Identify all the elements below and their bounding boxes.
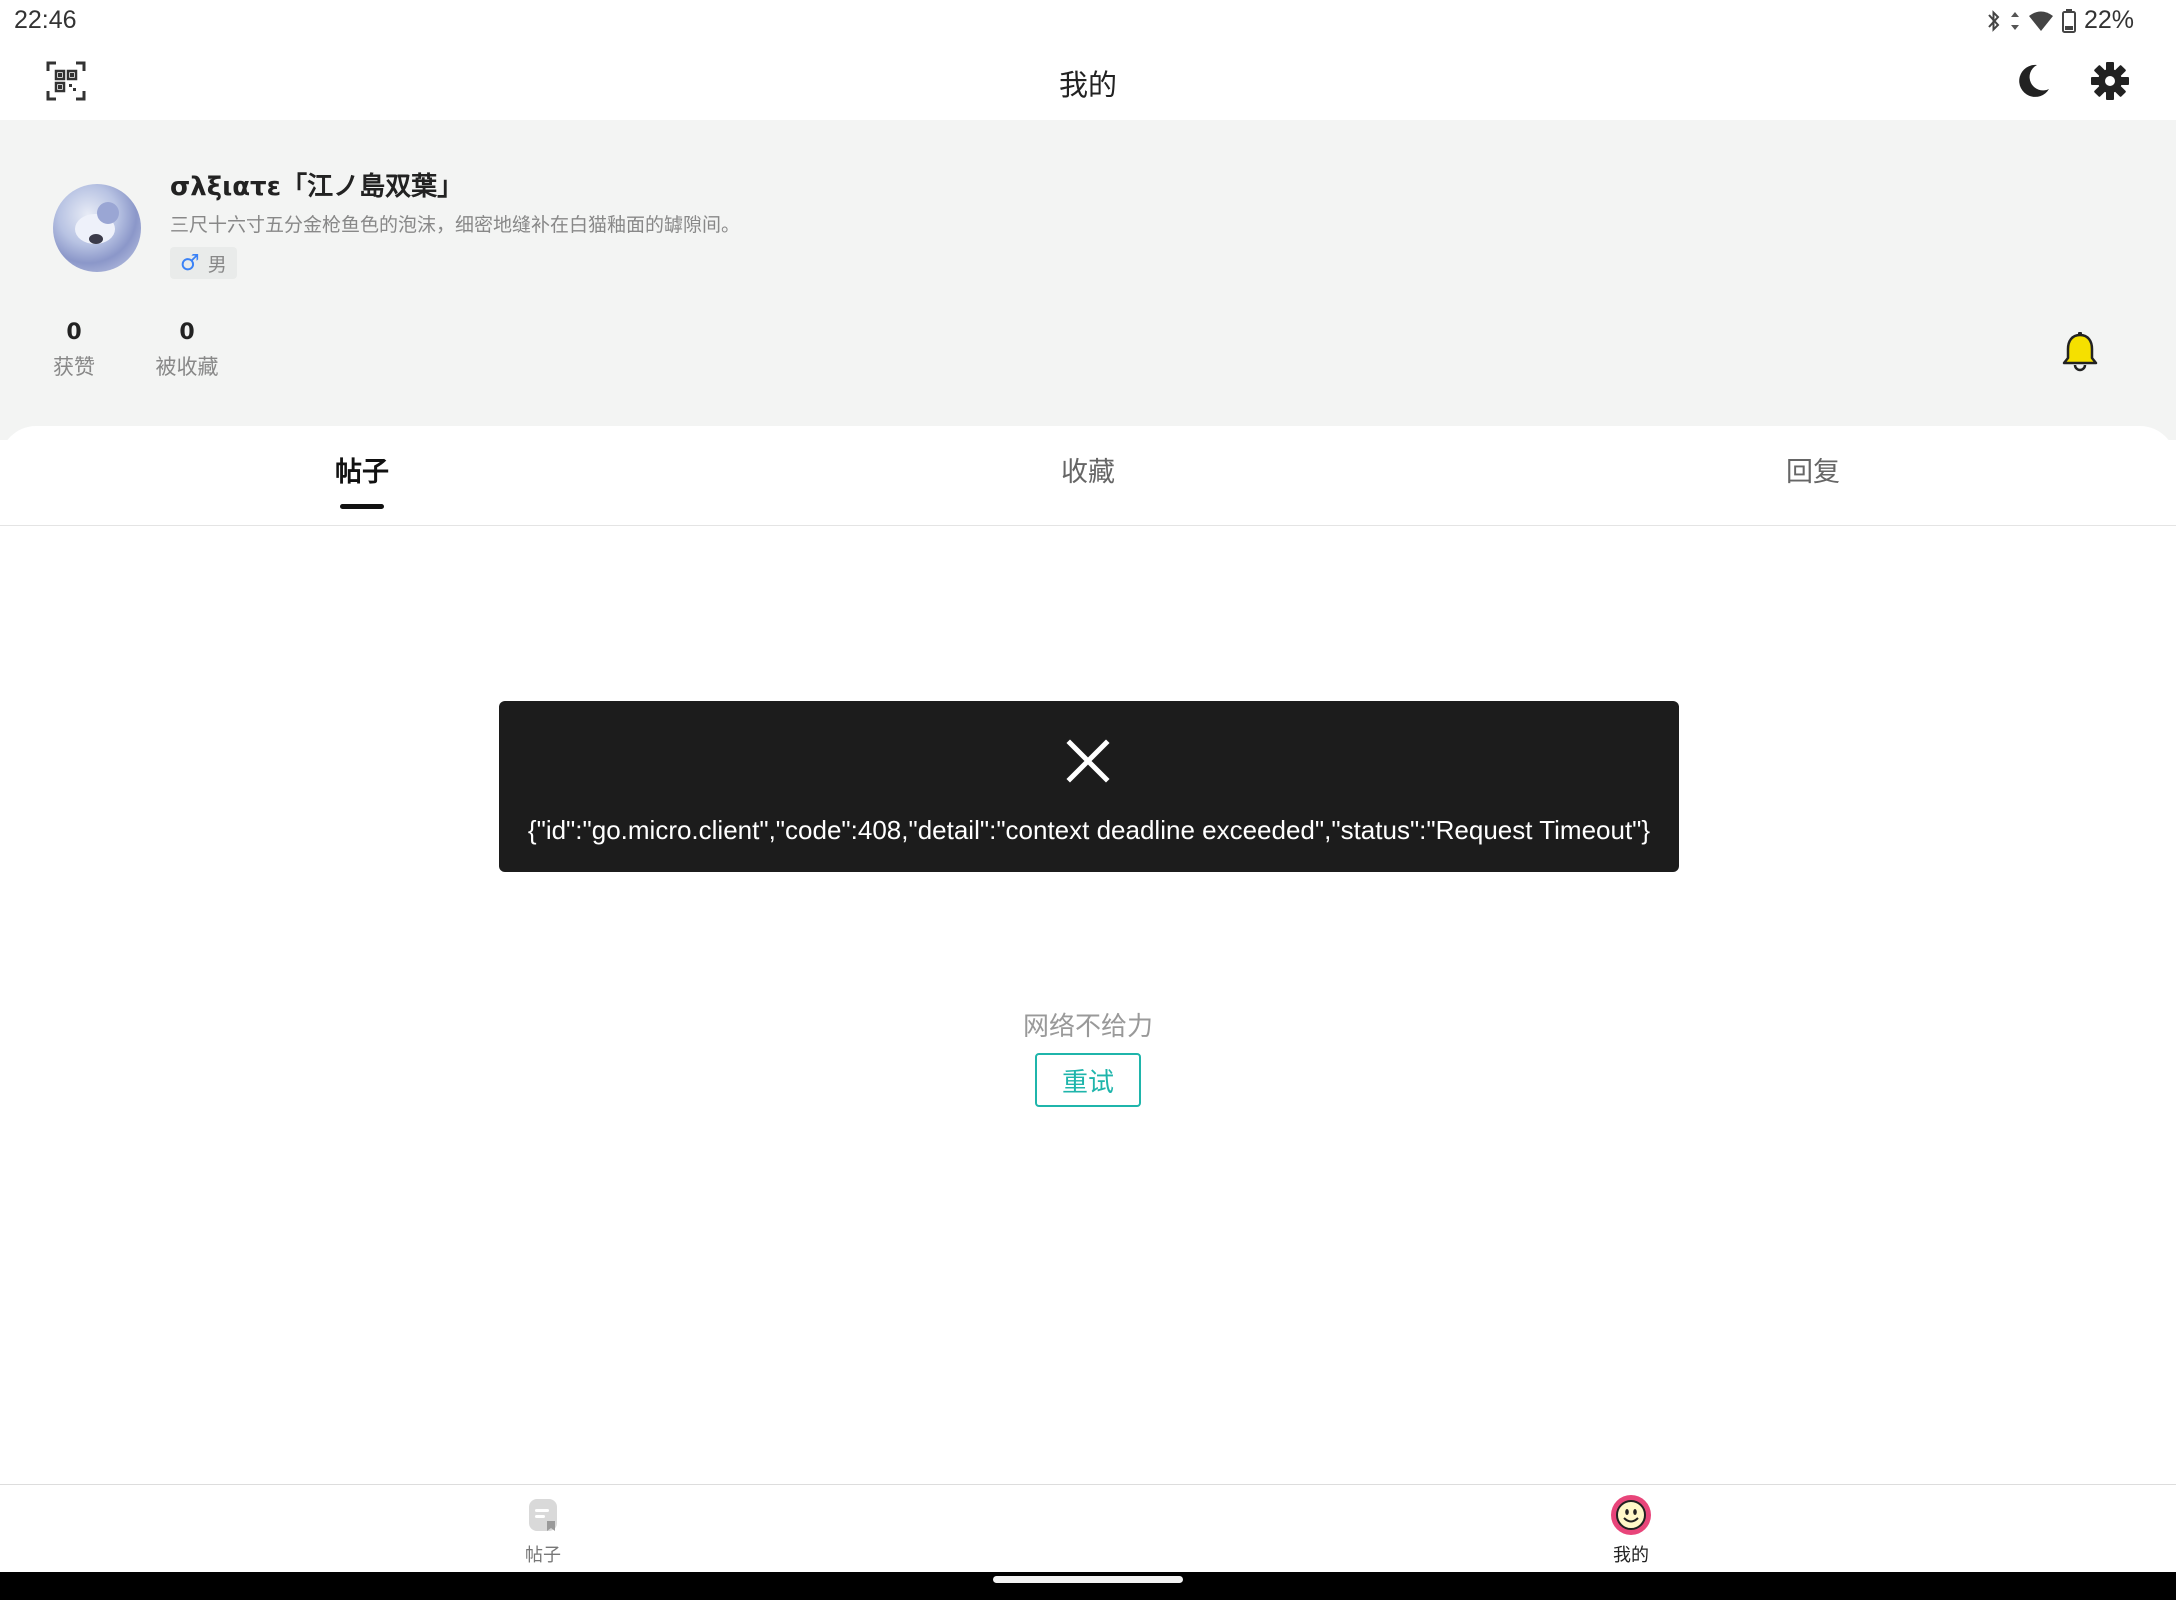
tab-replies[interactable]: 回复 — [1713, 450, 1913, 489]
battery-icon — [2061, 8, 2076, 33]
tab-indicator — [340, 504, 384, 509]
gender-tag: ♂ 男 — [170, 247, 237, 279]
page-title: 我的 — [1058, 68, 1117, 102]
profile-tabs: 帖子 收藏 回复 — [0, 426, 2176, 526]
nav-label-posts: 帖子 — [525, 1545, 561, 1566]
close-icon — [1064, 737, 1112, 785]
nav-label-mine: 我的 — [1613, 1545, 1649, 1566]
bell-icon — [2058, 332, 2102, 378]
status-time: 22:46 — [14, 6, 77, 34]
smiley-icon — [1609, 1493, 1653, 1537]
stat-likes[interactable]: 0 获赞 — [52, 320, 96, 381]
avatar[interactable] — [53, 184, 141, 272]
likes-count: 0 — [66, 320, 82, 345]
moon-icon — [2011, 64, 2055, 107]
posts-icon — [521, 1493, 565, 1537]
username: σλξιατε「江ノ島双葉」 — [170, 172, 464, 202]
system-navigation-bar — [0, 1572, 2176, 1600]
tab-favorites[interactable]: 收藏 — [988, 450, 1188, 489]
profile-header: σλξιατε「江ノ島双葉」 三尺十六寸五分金枪鱼色的泡沫，细密地缝补在白猫釉面… — [0, 120, 2176, 440]
gear-icon — [2088, 62, 2132, 107]
favorited-label: 被收藏 — [155, 355, 219, 379]
stat-favorited[interactable]: 0 被收藏 — [154, 320, 220, 381]
dark-mode-button[interactable] — [2011, 59, 2055, 103]
nav-item-mine[interactable]: 我的 — [1571, 1493, 1691, 1567]
notifications-button[interactable] — [2058, 330, 2102, 374]
status-bar: 22:46 22% — [0, 0, 2176, 44]
toast-message: {"id":"go.micro.client","code":408,"deta… — [527, 815, 1651, 845]
user-bio: 三尺十六寸五分金枪鱼色的泡沫，细密地缝补在白猫釉面的罅隙间。 — [170, 214, 741, 236]
settings-button[interactable] — [2088, 59, 2132, 103]
nav-item-posts[interactable]: 帖子 — [483, 1493, 603, 1567]
male-icon: ♂ — [180, 250, 200, 276]
bottom-navigation: 帖子 我的 — [0, 1484, 2176, 1572]
retry-button[interactable]: 重试 — [1035, 1053, 1141, 1107]
likes-label: 获赞 — [53, 355, 95, 379]
top-app-bar: 我的 — [0, 44, 2176, 120]
tab-posts[interactable]: 帖子 — [262, 450, 462, 489]
favorited-count: 0 — [179, 320, 195, 345]
bluetooth-icon — [1986, 9, 2002, 33]
data-arrows-icon — [2010, 10, 2020, 32]
battery-percent: 22% — [2083, 6, 2134, 34]
gender-label: 男 — [207, 253, 227, 276]
wifi-icon — [2028, 10, 2054, 32]
status-icons: 22% — [1986, 6, 2134, 35]
error-toast: {"id":"go.micro.client","code":408,"deta… — [499, 701, 1679, 872]
network-error-text: 网络不给力 — [1022, 1012, 1153, 1042]
home-indicator[interactable] — [993, 1576, 1183, 1583]
